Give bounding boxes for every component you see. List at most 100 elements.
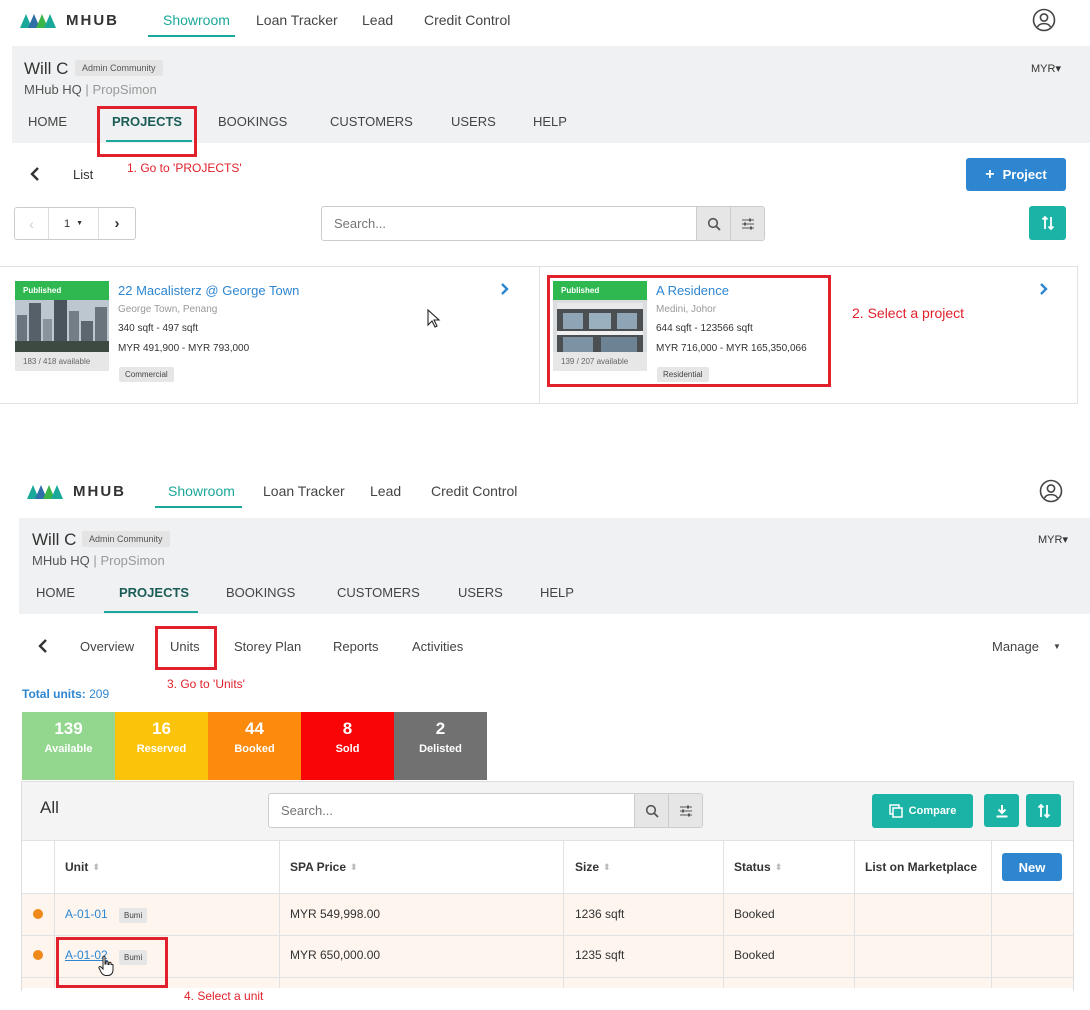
add-project-button[interactable]: + Project: [966, 158, 1066, 191]
org-line: MHub HQ | PropSimon: [24, 82, 157, 97]
tab-overview[interactable]: Overview: [80, 639, 134, 654]
topnav-lead[interactable]: Lead: [362, 12, 393, 28]
chevron-right-icon[interactable]: [499, 282, 511, 296]
status-count-delisted[interactable]: 2 Delisted: [394, 712, 487, 780]
search-button[interactable]: [696, 207, 730, 240]
topnav-credit-control[interactable]: Credit Control: [431, 483, 517, 499]
compare-label: Compare: [908, 805, 957, 817]
currency-selector[interactable]: MYR▾: [1031, 62, 1061, 75]
column-header-spa-price[interactable]: SPA Price ⬍: [290, 860, 358, 874]
column-header-unit[interactable]: Unit ⬍: [65, 860, 100, 874]
topnav-showroom[interactable]: Showroom: [168, 483, 235, 499]
unit-search-input[interactable]: [269, 794, 634, 827]
column-divider: [723, 841, 724, 988]
status-count-sold[interactable]: 8 Sold: [301, 712, 394, 780]
unit-size: 1236 sqft: [575, 907, 625, 921]
secnav-projects[interactable]: PROJECTS: [119, 585, 189, 600]
annotation-step4: 4. Select a unit: [184, 989, 264, 1003]
secnav-active-underline: [104, 611, 198, 613]
next-page-button[interactable]: ›: [99, 208, 135, 239]
user-account-icon[interactable]: [1039, 479, 1063, 503]
secnav-help[interactable]: HELP: [533, 114, 567, 129]
column-header-label: Status: [734, 860, 771, 874]
prev-page-button[interactable]: ‹: [15, 208, 49, 239]
mhub-logo[interactable]: MHUB: [20, 10, 119, 30]
topnav-active-underline: [155, 506, 242, 508]
status-count-available[interactable]: 139 Available: [22, 712, 115, 780]
agency-name: PropSimon: [92, 82, 157, 97]
secnav-users[interactable]: USERS: [451, 114, 496, 129]
filter-button[interactable]: [730, 207, 764, 240]
sort-button[interactable]: [1029, 206, 1066, 240]
project-search: [321, 206, 765, 241]
sort-icon: ⬍: [774, 861, 783, 872]
tab-reports[interactable]: Reports: [333, 639, 379, 654]
org-name: MHub HQ: [24, 82, 82, 97]
secnav-help[interactable]: HELP: [540, 585, 574, 600]
manage-dropdown[interactable]: Manage ▼: [992, 639, 1061, 654]
annotation-box-projects: [97, 106, 197, 157]
status-count-label: Sold: [335, 743, 360, 755]
chevron-right-icon[interactable]: [1038, 282, 1050, 296]
status-count-label: Available: [44, 743, 93, 755]
table-row[interactable]: [22, 936, 1073, 977]
page-select[interactable]: 1 ▼: [49, 208, 99, 239]
topnav-showroom[interactable]: Showroom: [163, 12, 230, 28]
topnav-lead[interactable]: Lead: [370, 483, 401, 499]
unit-status: Booked: [734, 948, 775, 962]
status-count-booked[interactable]: 44 Booked: [208, 712, 301, 780]
status-dot: [33, 950, 43, 960]
agency-name: PropSimon: [100, 553, 165, 568]
tab-storey-plan[interactable]: Storey Plan: [234, 639, 301, 654]
column-divider: [991, 841, 992, 988]
column-header-label: SPA Price: [290, 860, 347, 874]
project-title[interactable]: 22 Macalisterz @ George Town: [118, 283, 299, 298]
topnav-credit-control[interactable]: Credit Control: [424, 12, 510, 28]
search-button[interactable]: [634, 794, 668, 827]
new-unit-button[interactable]: New: [1002, 853, 1062, 881]
project-search-input[interactable]: [322, 207, 696, 240]
column-header-size[interactable]: Size ⬍: [575, 860, 611, 874]
sort-button[interactable]: [1026, 794, 1061, 827]
caret-down-icon: ▼: [76, 220, 84, 227]
secnav-bookings[interactable]: BOOKINGS: [226, 585, 295, 600]
cards-right-border: [1077, 266, 1078, 404]
secnav-customers[interactable]: CUSTOMERS: [330, 114, 413, 129]
column-header-label: Size: [575, 860, 600, 874]
annotation-box-units: [155, 626, 217, 670]
table-row[interactable]: [22, 894, 1073, 935]
project-card[interactable]: Published 183 / 418 available 22 Macalis…: [0, 267, 539, 403]
logo-text: MHUB: [66, 11, 119, 29]
back-chevron-icon[interactable]: [37, 638, 49, 654]
status-count-reserved[interactable]: 16 Reserved: [115, 712, 208, 780]
mhub-logo[interactable]: MHUB: [27, 481, 126, 501]
column-divider: [563, 841, 564, 988]
topnav-loan-tracker[interactable]: Loan Tracker: [263, 483, 345, 499]
secnav-bookings[interactable]: BOOKINGS: [218, 114, 287, 129]
column-header-label: Unit: [65, 860, 89, 874]
column-header-marketplace: List on Marketplace: [865, 860, 977, 874]
unit-link[interactable]: A-01-01: [65, 907, 108, 921]
secnav-home[interactable]: HOME: [28, 114, 67, 129]
back-chevron-icon[interactable]: [29, 166, 41, 182]
project-thumbnail: Published 183 / 418 available: [15, 281, 109, 371]
user-name: Will C: [32, 530, 77, 549]
new-label: New: [1018, 859, 1046, 875]
org-line: MHub HQ | PropSimon: [32, 553, 165, 568]
secnav-customers[interactable]: CUSTOMERS: [337, 585, 420, 600]
sort-arrows-icon: [1041, 215, 1054, 231]
download-button[interactable]: [984, 794, 1019, 827]
status-count-value: 2: [435, 719, 446, 738]
role-badge: Admin Community: [75, 60, 163, 76]
currency-selector[interactable]: MYR▾: [1038, 533, 1068, 546]
secnav-users[interactable]: USERS: [458, 585, 503, 600]
tab-activities[interactable]: Activities: [412, 639, 463, 654]
column-header-status[interactable]: Status ⬍: [734, 860, 782, 874]
sort-arrows-icon: [1037, 803, 1050, 818]
secnav-home[interactable]: HOME: [36, 585, 75, 600]
filter-button[interactable]: [668, 794, 702, 827]
topnav-loan-tracker[interactable]: Loan Tracker: [256, 12, 338, 28]
topnav-active-underline: [148, 35, 235, 37]
compare-button[interactable]: Compare: [872, 794, 973, 828]
user-account-icon[interactable]: [1032, 8, 1056, 32]
